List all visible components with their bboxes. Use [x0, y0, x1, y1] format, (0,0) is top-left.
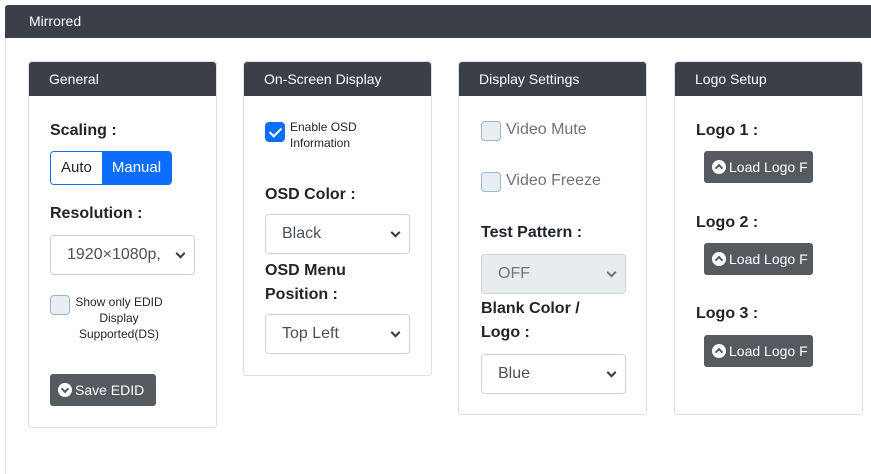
- general-card: General Scaling : Auto Manual Resolution…: [28, 61, 217, 428]
- blank-color-select[interactable]: Blue: [481, 354, 626, 394]
- load-logo-1-label: Load Logo F: [729, 159, 808, 175]
- osd-menu-position-label: OSD Menu Position :: [265, 262, 346, 303]
- test-pattern-value: OFF: [498, 265, 530, 282]
- logo-2-label: Logo 2 :: [696, 214, 759, 231]
- upload-icon: [712, 160, 726, 174]
- scaling-toggle: Auto Manual: [50, 151, 173, 185]
- chevron-down-icon: [390, 227, 401, 238]
- mode-title: Mirrored: [29, 13, 82, 29]
- osd-menu-position-select[interactable]: Top Left: [265, 314, 410, 354]
- resolution-label: Resolution :: [50, 205, 143, 222]
- scaling-label: Scaling :: [50, 122, 117, 139]
- display-settings-card: Display Settings Video Mute Video Freeze…: [458, 61, 647, 415]
- load-logo-2-label: Load Logo F: [729, 251, 808, 267]
- chevron-down-icon: [606, 367, 617, 378]
- resolution-select[interactable]: 1920×1080p,: [50, 235, 195, 275]
- load-logo-1-button[interactable]: Load Logo F: [704, 151, 813, 183]
- logo-setup-card-header: Logo Setup: [675, 62, 862, 96]
- osd-menu-position-value: Top Left: [282, 325, 339, 342]
- video-freeze-checkbox[interactable]: [481, 172, 501, 192]
- load-logo-3-label: Load Logo F: [729, 343, 808, 359]
- blank-color-value: Blue: [498, 365, 531, 382]
- general-card-header: General: [29, 62, 216, 96]
- upload-icon: [712, 252, 726, 266]
- save-edid-button[interactable]: Save EDID: [50, 374, 156, 406]
- video-freeze-label: Video Freeze: [506, 172, 601, 189]
- display-settings-card-header: Display Settings: [459, 62, 646, 96]
- scaling-auto-button[interactable]: Auto: [51, 152, 102, 184]
- resolution-value: 1920×1080p,: [67, 246, 161, 263]
- video-mute-checkbox[interactable]: [481, 121, 501, 141]
- enable-osd-label: Enable OSD Information: [290, 120, 357, 150]
- edid-supported-checkbox[interactable]: [50, 295, 70, 315]
- save-edid-label: Save EDID: [75, 382, 145, 398]
- logo-3-label: Logo 3 :: [696, 305, 759, 322]
- mode-header: Mirrored: [5, 5, 871, 38]
- osd-card-header: On-Screen Display: [244, 62, 431, 96]
- video-mute-label: Video Mute: [506, 121, 587, 138]
- chevron-down-icon: [606, 267, 617, 278]
- logo-setup-card: Logo Setup Logo 1 : Load Logo F Logo 2 :…: [674, 61, 863, 415]
- scaling-manual-button[interactable]: Manual: [101, 152, 172, 184]
- edid-supported-label: Show only EDID Display Supported(DS): [75, 295, 163, 341]
- test-pattern-label: Test Pattern :: [481, 224, 583, 241]
- upload-icon: [712, 344, 726, 358]
- test-pattern-select[interactable]: OFF: [481, 254, 626, 294]
- osd-card: On-Screen Display Enable OSD Information…: [243, 61, 432, 376]
- blank-color-label: Blank Color / Logo :: [481, 300, 580, 341]
- osd-color-label: OSD Color :: [265, 186, 356, 203]
- chevron-down-icon: [390, 327, 401, 338]
- download-icon: [58, 383, 72, 397]
- osd-color-select[interactable]: Black: [265, 214, 410, 254]
- logo-1-label: Logo 1 :: [696, 122, 759, 139]
- page: Mirrored General Scaling : Auto Manual R…: [0, 0, 871, 474]
- osd-color-value: Black: [282, 225, 322, 242]
- load-logo-3-button[interactable]: Load Logo F: [704, 335, 813, 367]
- load-logo-2-button[interactable]: Load Logo F: [704, 243, 813, 275]
- chevron-down-icon: [175, 248, 186, 259]
- enable-osd-checkbox[interactable]: [265, 122, 285, 142]
